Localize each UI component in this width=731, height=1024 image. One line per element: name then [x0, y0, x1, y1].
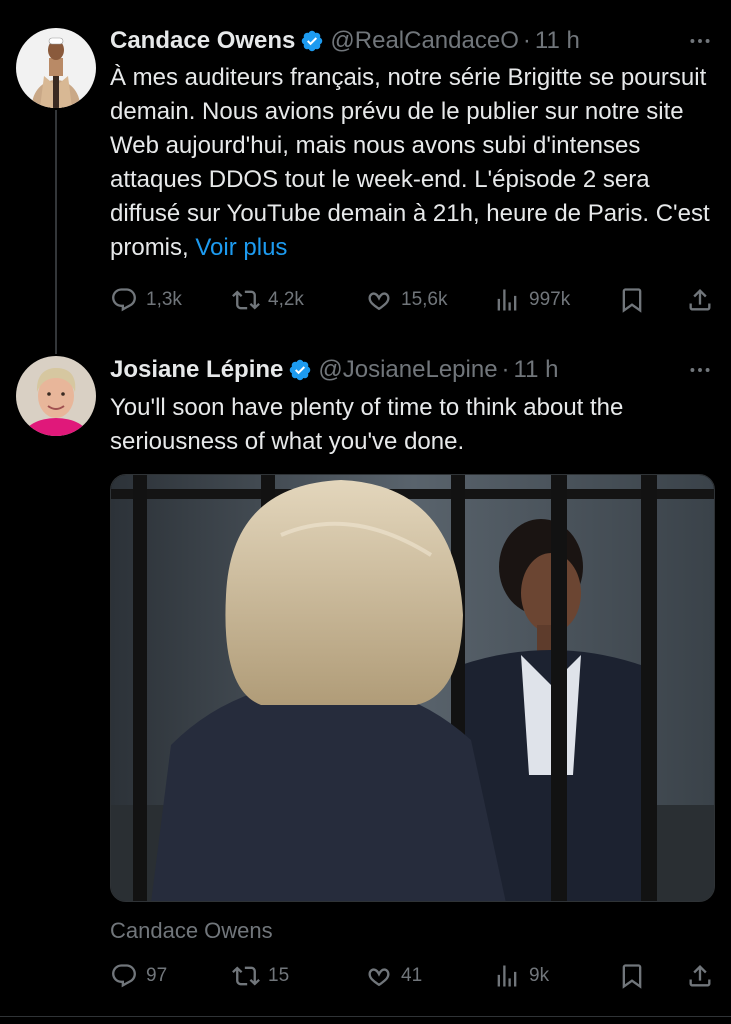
- thread-connector-line: [55, 110, 57, 354]
- tweet-header: Candace Owens @RealCandaceO · 11 h: [110, 26, 580, 56]
- divider: [0, 1016, 731, 1017]
- views-count: 997k: [529, 289, 571, 310]
- avatar-josiane-lepine[interactable]: [16, 356, 96, 436]
- reply-count: 97: [146, 965, 168, 986]
- share-icon: [689, 965, 711, 987]
- reply-icon: [112, 288, 136, 312]
- reply-count: 1,3k: [146, 289, 182, 310]
- repost-icon: [232, 290, 260, 310]
- heart-icon: [368, 292, 390, 311]
- tweet-actions: 1,3k 4,2k 15,6k 997k: [110, 284, 715, 316]
- tweet-image[interactable]: [110, 474, 715, 902]
- show-more-link[interactable]: Voir plus: [195, 234, 287, 261]
- views-button[interactable]: 9k: [493, 960, 549, 992]
- like-count: 15,6k: [401, 289, 448, 310]
- share-button[interactable]: [686, 284, 714, 316]
- author-name[interactable]: Candace Owens: [110, 27, 295, 55]
- repost-count: 4,2k: [268, 289, 304, 310]
- verified-badge-icon: [288, 358, 312, 382]
- tweet-body: À mes auditeurs français, notre série Br…: [110, 64, 710, 261]
- avatar-candace-owens[interactable]: [16, 28, 96, 108]
- views-count: 9k: [529, 965, 550, 986]
- repost-button[interactable]: 4,2k: [232, 284, 304, 316]
- views-chart-icon: [497, 965, 517, 987]
- share-button[interactable]: [686, 960, 714, 992]
- verified-badge-icon: [300, 29, 324, 53]
- like-button[interactable]: 41: [365, 960, 422, 992]
- author-name[interactable]: Josiane Lépine: [110, 356, 283, 384]
- media-attribution[interactable]: Candace Owens: [110, 918, 273, 944]
- reply-button[interactable]: 1,3k: [110, 284, 182, 316]
- views-chart-icon: [497, 289, 517, 311]
- views-button[interactable]: 997k: [493, 284, 570, 316]
- repost-count: 15: [268, 965, 290, 986]
- tweet-actions: 97 15 41 9k: [110, 960, 715, 992]
- repost-button[interactable]: 15: [232, 960, 289, 992]
- share-icon: [689, 289, 711, 311]
- more-options-icon[interactable]: [687, 28, 713, 54]
- author-handle[interactable]: @JosianeLepine: [318, 356, 497, 384]
- repost-icon: [232, 966, 260, 986]
- tweet-timestamp[interactable]: 11 h: [514, 356, 559, 384]
- more-options-icon[interactable]: [687, 357, 713, 383]
- author-handle[interactable]: @RealCandaceO: [330, 27, 518, 55]
- bookmark-button[interactable]: [618, 960, 646, 992]
- separator-dot: ·: [501, 356, 510, 383]
- separator-dot: ·: [522, 27, 531, 54]
- tweet-text: You'll soon have plenty of time to think…: [110, 391, 715, 459]
- tweet-timestamp[interactable]: 11 h: [535, 27, 580, 55]
- tweet-text: À mes auditeurs français, notre série Br…: [110, 61, 715, 265]
- tweet-header: Josiane Lépine @JosianeLepine · 11 h: [110, 355, 558, 385]
- reply-icon: [112, 964, 136, 988]
- like-count: 41: [401, 965, 423, 986]
- bookmark-button[interactable]: [618, 284, 646, 316]
- like-button[interactable]: 15,6k: [365, 284, 447, 316]
- heart-icon: [368, 968, 390, 987]
- bookmark-icon: [622, 288, 642, 313]
- bookmark-icon: [622, 964, 642, 989]
- reply-button[interactable]: 97: [110, 960, 167, 992]
- tweet-body: You'll soon have plenty of time to think…: [110, 394, 624, 455]
